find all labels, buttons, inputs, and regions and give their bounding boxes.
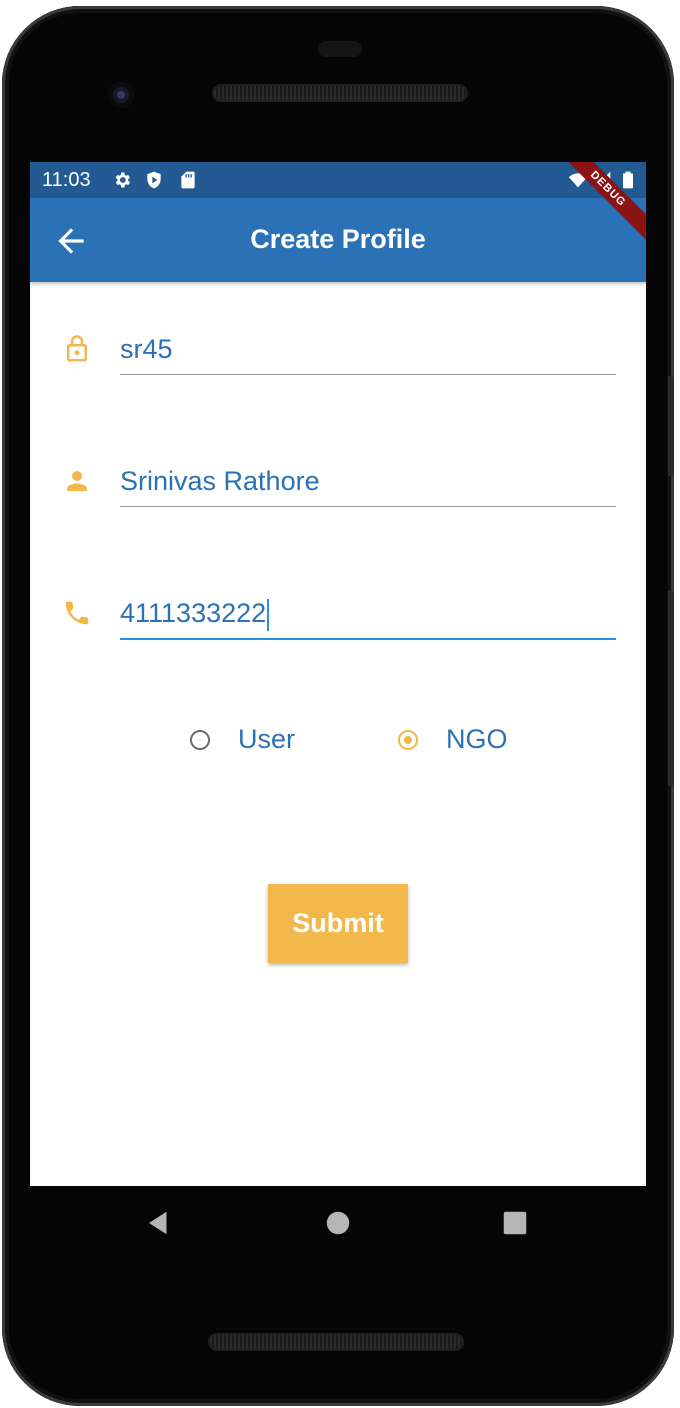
earpiece-speaker [214,86,466,100]
text-cursor [267,598,270,631]
sd-card-icon [181,171,195,189]
power-button [668,376,674,476]
radio-selected-icon [398,730,418,750]
nav-back-icon[interactable] [144,1208,174,1238]
bottom-speaker [210,1335,462,1349]
role-radio-group: User NGO [30,722,646,770]
phone-input-value: 4111333222 [120,598,267,628]
submit-button[interactable]: Submit [268,884,408,963]
nav-recents-icon[interactable] [500,1208,530,1238]
radio-user[interactable]: User [190,722,310,766]
app-screen: 11:03 Create Profile DEBUG sr45 Srinivas… [30,162,646,1186]
name-field: Srinivas Rathore [30,456,646,546]
front-camera [108,82,134,108]
phone-input[interactable]: 4111333222 [120,588,616,640]
name-input[interactable]: Srinivas Rathore [120,456,616,507]
phone-field: 4111333222 [30,588,646,678]
radio-user-label: User [238,724,296,754]
system-nav-bar [30,1186,646,1258]
shield-icon [147,171,161,189]
lock-icon [67,335,87,362]
page-title: Create Profile [250,224,426,254]
person-icon [67,471,87,491]
volume-button [668,591,674,786]
phone-icon [65,601,89,625]
status-time: 11:03 [42,169,91,191]
radio-unselected-icon [190,730,210,750]
debug-banner-label: DEBUG [556,162,646,245]
radio-ngo-label: NGO [446,724,508,754]
app-bar: Create Profile [30,198,646,282]
username-input[interactable]: sr45 [120,324,616,375]
nav-home-icon[interactable] [323,1208,353,1238]
proximity-sensor [318,41,362,57]
status-bar: 11:03 [30,162,646,198]
username-field: sr45 [30,324,646,414]
radio-ngo[interactable]: NGO [398,722,528,766]
debug-banner: DEBUG [556,162,646,252]
settings-icon [115,172,130,188]
